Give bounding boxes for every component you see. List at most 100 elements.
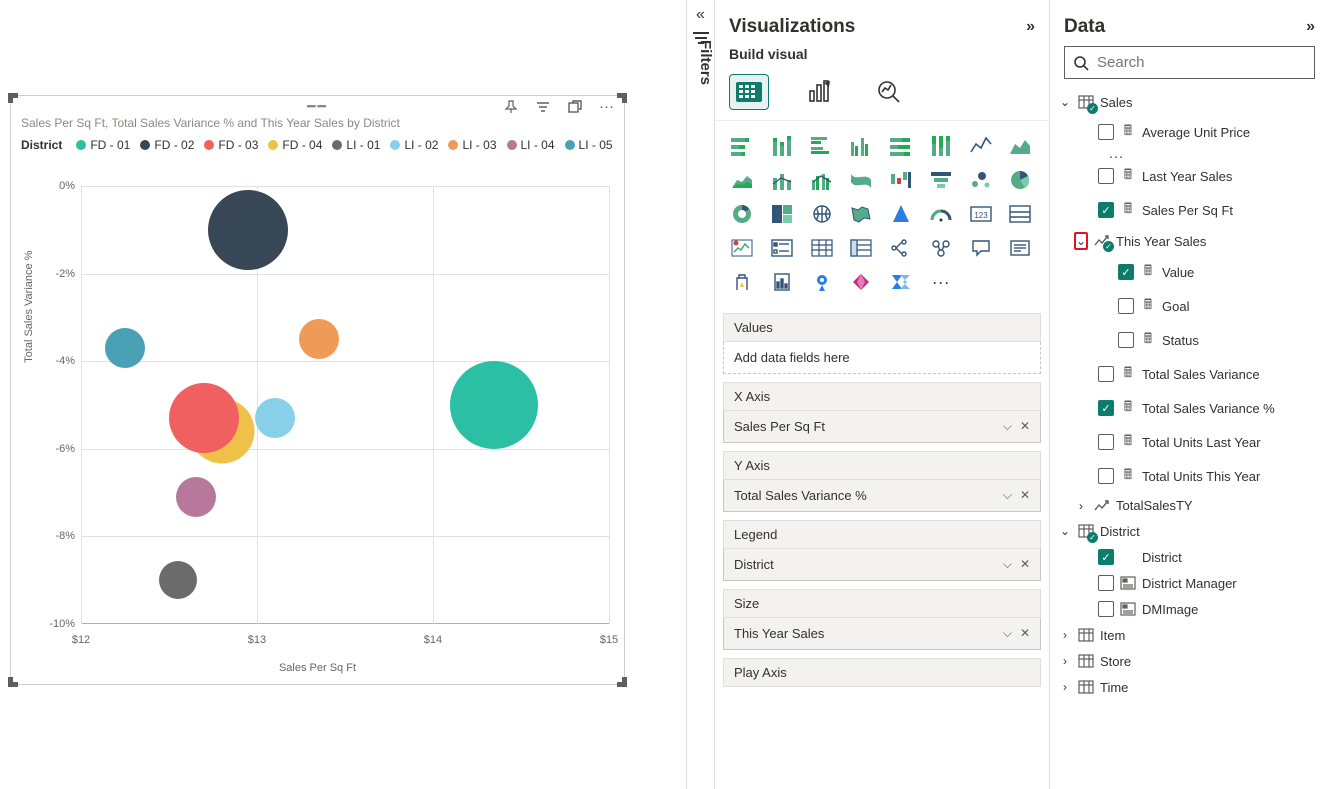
- field-total-sales-variance[interactable]: 🖩 Total Sales Variance: [1054, 357, 1325, 391]
- chevron-down-icon[interactable]: ⌵: [1003, 626, 1012, 641]
- field-this-year-sales[interactable]: ⌄ This Year Sales: [1054, 227, 1325, 255]
- checkbox[interactable]: [1098, 124, 1114, 140]
- viz-line-stacked-column[interactable]: [765, 165, 799, 195]
- bubble-fd01[interactable]: [450, 361, 538, 449]
- collapse-data-icon[interactable]: »: [1306, 18, 1315, 36]
- viz-pie[interactable]: [1003, 165, 1037, 195]
- viz-key-influencers[interactable]: [924, 233, 958, 263]
- field-district-manager[interactable]: District Manager: [1054, 570, 1325, 596]
- chevron-down-icon[interactable]: ⌵: [1003, 488, 1012, 503]
- viz-multi-row-card[interactable]: [1003, 199, 1037, 229]
- viz-matrix[interactable]: [844, 233, 878, 263]
- viz-map[interactable]: [805, 199, 839, 229]
- viz-table[interactable]: [805, 233, 839, 263]
- analytics-tab[interactable]: [869, 74, 909, 110]
- field-dm-image[interactable]: DMImage: [1054, 596, 1325, 622]
- viz-donut[interactable]: [725, 199, 759, 229]
- viz-stacked-column[interactable]: [765, 131, 799, 161]
- build-visual-tab[interactable]: [729, 74, 769, 110]
- remove-field-icon[interactable]: ✕: [1020, 557, 1030, 572]
- viz-card[interactable]: 123: [964, 199, 998, 229]
- collapse-viz-icon[interactable]: »: [1026, 18, 1035, 36]
- more-options-icon[interactable]: ···: [599, 98, 614, 115]
- chevron-down-icon[interactable]: ⌄: [1074, 232, 1088, 250]
- bubble-fd03[interactable]: [169, 383, 239, 453]
- report-canvas[interactable]: ━━ ··· Sales Per Sq Ft, Total Sales Vari…: [0, 0, 686, 789]
- chevron-down-icon[interactable]: ⌵: [1003, 557, 1012, 572]
- search-input[interactable]: [1095, 53, 1306, 72]
- bubble-li04[interactable]: [176, 477, 216, 517]
- viz-clustered-bar[interactable]: [805, 131, 839, 161]
- viz-clustered-column[interactable]: [844, 131, 878, 161]
- viz-stacked-bar[interactable]: [725, 131, 759, 161]
- remove-field-icon[interactable]: ✕: [1020, 419, 1030, 434]
- table-time[interactable]: › Time: [1054, 674, 1325, 700]
- format-visual-tab[interactable]: [799, 74, 839, 110]
- values-dropzone[interactable]: Add data fields here: [723, 342, 1041, 374]
- focus-mode-icon[interactable]: [567, 99, 583, 115]
- viz-100-stacked-column[interactable]: [924, 131, 958, 161]
- viz-smart-narrative[interactable]: [1003, 233, 1037, 263]
- checkbox[interactable]: [1118, 298, 1134, 314]
- viz-kpi[interactable]: [725, 233, 759, 263]
- bubble-li02[interactable]: [255, 398, 295, 438]
- field-goal[interactable]: 🖩 Goal: [1054, 289, 1325, 323]
- viz-decomposition-tree[interactable]: [884, 233, 918, 263]
- viz-qna[interactable]: [964, 233, 998, 263]
- viz-arcgis[interactable]: [805, 267, 839, 297]
- table-item[interactable]: › Item: [1054, 622, 1325, 648]
- bubble-li03[interactable]: [299, 319, 339, 359]
- yaxis-field[interactable]: Total Sales Variance % ⌵✕: [723, 480, 1041, 512]
- bubble-li05[interactable]: [105, 328, 145, 368]
- table-sales[interactable]: ⌄ Sales: [1054, 89, 1325, 115]
- bubble-li01[interactable]: [159, 561, 197, 599]
- field-total-units-this-year[interactable]: 🖩 Total Units This Year: [1054, 459, 1325, 493]
- field-total-sales-variance-pct[interactable]: ✓ 🖩 Total Sales Variance %: [1054, 391, 1325, 425]
- field-district[interactable]: ✓ District: [1054, 544, 1325, 570]
- remove-field-icon[interactable]: ✕: [1020, 488, 1030, 503]
- checkbox-checked[interactable]: ✓: [1098, 400, 1114, 416]
- ellipsis-icon[interactable]: …: [1054, 149, 1325, 159]
- field-avg-unit-price[interactable]: 🖩 Average Unit Price: [1054, 115, 1325, 149]
- viz-stacked-area[interactable]: [725, 165, 759, 195]
- viz-line[interactable]: [964, 131, 998, 161]
- viz-area[interactable]: [1003, 131, 1037, 161]
- checkbox-checked[interactable]: ✓: [1098, 202, 1114, 218]
- checkbox[interactable]: [1098, 601, 1114, 617]
- checkbox[interactable]: [1098, 434, 1114, 450]
- viz-more[interactable]: ···: [924, 267, 958, 297]
- filters-label[interactable]: Filters: [687, 40, 714, 85]
- checkbox[interactable]: [1098, 168, 1114, 184]
- field-value[interactable]: ✓ 🖩 Value: [1054, 255, 1325, 289]
- checkbox-checked[interactable]: ✓: [1098, 549, 1114, 565]
- checkbox[interactable]: [1098, 468, 1114, 484]
- viz-gauge[interactable]: [924, 199, 958, 229]
- checkbox[interactable]: [1098, 575, 1114, 591]
- field-status[interactable]: 🖩 Status: [1054, 323, 1325, 357]
- table-store[interactable]: › Store: [1054, 648, 1325, 674]
- legend-field[interactable]: District ⌵✕: [723, 549, 1041, 581]
- expand-filters-icon[interactable]: «: [687, 6, 714, 24]
- xaxis-field[interactable]: Sales Per Sq Ft ⌵✕: [723, 411, 1041, 443]
- viz-filled-map[interactable]: [844, 199, 878, 229]
- viz-funnel[interactable]: [924, 165, 958, 195]
- remove-field-icon[interactable]: ✕: [1020, 626, 1030, 641]
- viz-power-automate[interactable]: [884, 267, 918, 297]
- field-total-sales-ty[interactable]: › TotalSalesTY: [1054, 493, 1325, 518]
- viz-waterfall[interactable]: [884, 165, 918, 195]
- field-sales-per-sqft[interactable]: ✓ 🖩 Sales Per Sq Ft: [1054, 193, 1325, 227]
- checkbox-checked[interactable]: ✓: [1118, 264, 1134, 280]
- viz-treemap[interactable]: [765, 199, 799, 229]
- filter-icon[interactable]: [535, 99, 551, 115]
- viz-100-stacked-bar[interactable]: [884, 131, 918, 161]
- viz-paginated-report[interactable]: [765, 267, 799, 297]
- filters-pane-collapsed[interactable]: « Filters: [686, 0, 714, 789]
- viz-azure-map[interactable]: [884, 199, 918, 229]
- field-last-year-sales[interactable]: 🖩 Last Year Sales: [1054, 159, 1325, 193]
- table-district[interactable]: ⌄ District: [1054, 518, 1325, 544]
- viz-ribbon[interactable]: [844, 165, 878, 195]
- search-box[interactable]: [1064, 46, 1315, 79]
- scatter-chart-visual[interactable]: ━━ ··· Sales Per Sq Ft, Total Sales Vari…: [10, 95, 625, 685]
- viz-scatter[interactable]: [964, 165, 998, 195]
- viz-line-clustered-column[interactable]: [805, 165, 839, 195]
